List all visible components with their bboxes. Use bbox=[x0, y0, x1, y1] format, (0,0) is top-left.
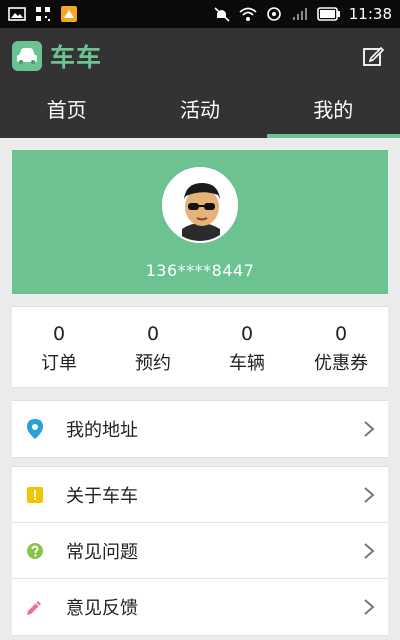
battery-icon bbox=[316, 7, 340, 21]
menu-item-faq[interactable]: 常见问题 bbox=[12, 523, 388, 579]
stat-coupons-value: 0 bbox=[334, 323, 348, 345]
stat-orders[interactable]: 0 订单 bbox=[12, 307, 106, 387]
status-bar: 11:38 bbox=[0, 0, 400, 28]
chevron-right-icon bbox=[364, 599, 375, 615]
question-icon bbox=[26, 542, 44, 560]
status-time: 11:38 bbox=[348, 5, 392, 23]
tab-bar: 首页 活动 我的 bbox=[0, 84, 400, 138]
stat-appointments-value: 0 bbox=[146, 323, 160, 345]
wifi-icon bbox=[239, 7, 257, 21]
menu-item-label: 常见问题 bbox=[66, 541, 138, 563]
avatar-image bbox=[164, 169, 236, 241]
tab-home[interactable]: 首页 bbox=[0, 84, 133, 138]
app-notification-icon bbox=[61, 6, 77, 22]
stat-orders-value: 0 bbox=[52, 323, 66, 345]
car-logo-icon bbox=[17, 48, 37, 64]
menu-item-my-address[interactable]: 我的地址 bbox=[12, 401, 388, 457]
stat-vehicles-value: 0 bbox=[240, 323, 254, 345]
menu-item-label: 我的地址 bbox=[66, 420, 138, 441]
tab-activities[interactable]: 活动 bbox=[133, 84, 266, 138]
menu-item-label: 意见反馈 bbox=[66, 598, 138, 619]
image-notification-icon bbox=[8, 7, 26, 21]
menu-item-feedback[interactable]: 意见反馈 bbox=[12, 579, 388, 635]
menu-item-label: 关于车车 bbox=[66, 485, 138, 507]
location-pin-icon bbox=[26, 419, 44, 439]
edit-icon bbox=[363, 46, 384, 66]
app-bar: 车车 bbox=[0, 28, 400, 84]
qr-code-notification-icon bbox=[36, 7, 50, 21]
sync-icon bbox=[266, 7, 281, 21]
stat-vehicles[interactable]: 0 车辆 bbox=[200, 307, 294, 387]
chevron-right-icon bbox=[364, 542, 375, 559]
tab-mine[interactable]: 我的 bbox=[266, 84, 400, 138]
app-logo bbox=[12, 41, 42, 71]
chevron-right-icon bbox=[364, 421, 375, 437]
edit-button[interactable] bbox=[358, 41, 388, 71]
pencil-icon bbox=[26, 598, 44, 616]
stat-vehicles-label: 车辆 bbox=[229, 353, 265, 374]
app-title: 车车 bbox=[50, 43, 103, 72]
profile-card: 136****8447 bbox=[12, 150, 388, 294]
menu-item-about[interactable]: 关于车车 bbox=[12, 467, 388, 523]
stat-appointments[interactable]: 0 预约 bbox=[106, 307, 200, 387]
stat-appointments-label: 预约 bbox=[135, 353, 171, 374]
stat-coupons[interactable]: 0 优惠券 bbox=[294, 307, 388, 387]
main-menu: 关于车车 常见问题 意见反馈 bbox=[12, 466, 388, 636]
signal-icon bbox=[292, 8, 307, 20]
info-icon bbox=[26, 486, 44, 504]
mute-icon bbox=[214, 7, 230, 22]
stat-coupons-label: 优惠券 bbox=[314, 353, 368, 374]
chevron-right-icon bbox=[364, 486, 375, 503]
stats-row: 0 订单 0 预约 0 车辆 0 优惠券 bbox=[12, 306, 388, 388]
avatar[interactable] bbox=[162, 167, 238, 243]
stat-orders-label: 订单 bbox=[41, 353, 77, 374]
address-menu: 我的地址 bbox=[12, 400, 388, 458]
phone-number: 136****8447 bbox=[145, 261, 255, 280]
